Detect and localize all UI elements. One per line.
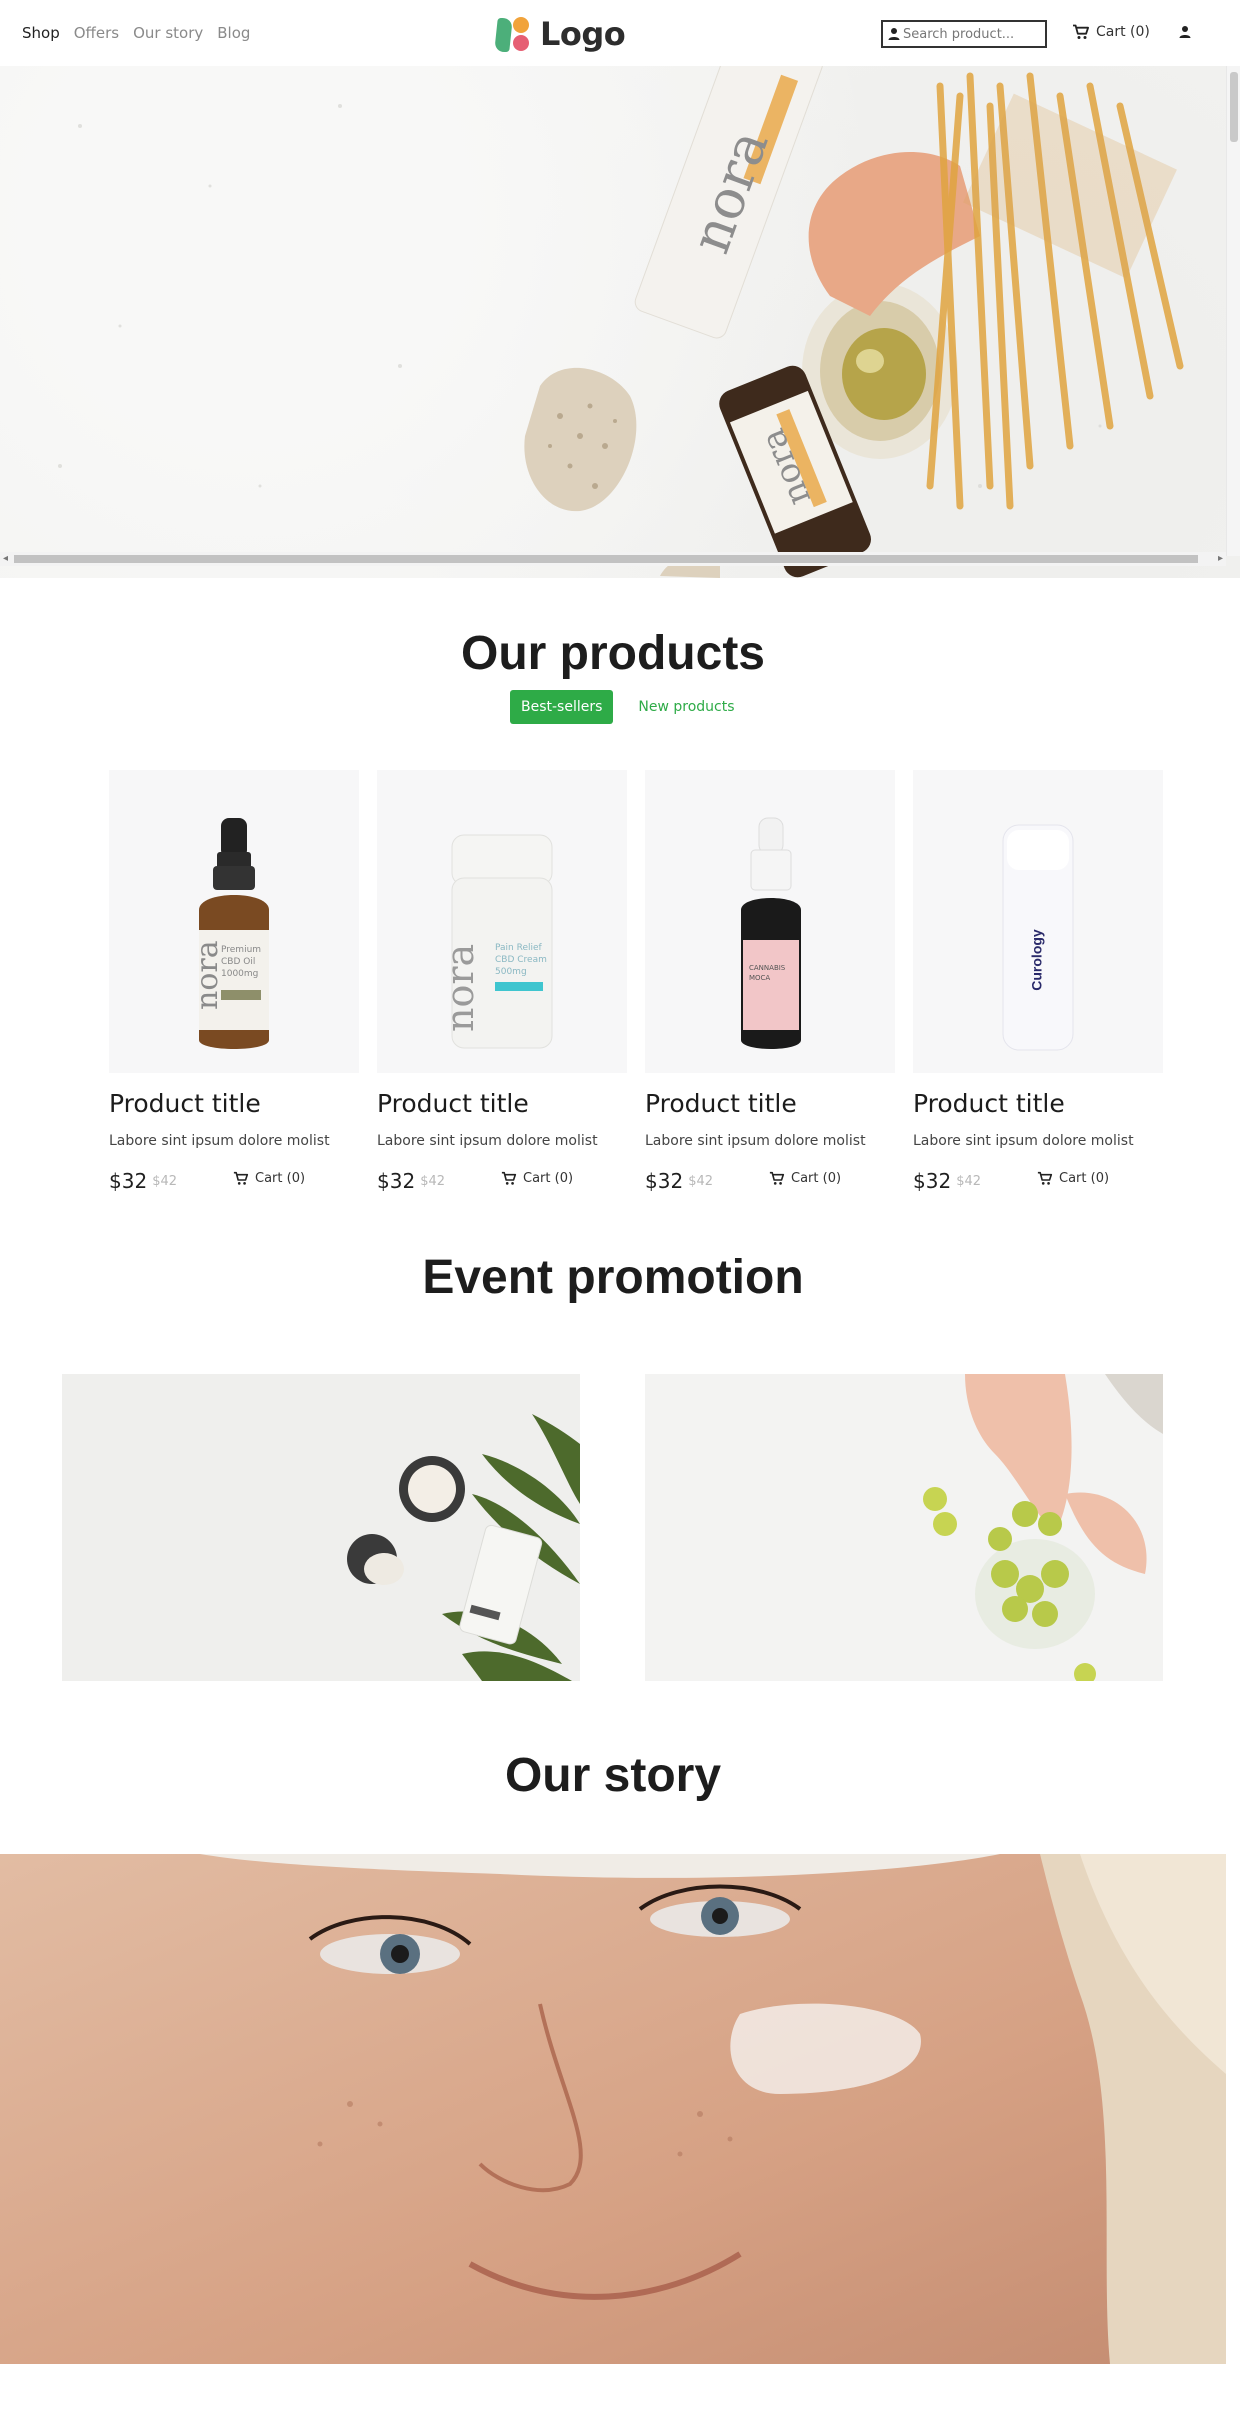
product-card[interactable]: nora Premium CBD Oil 1000mg Product titl… (109, 770, 359, 1193)
scroll-right-arrow-icon[interactable]: ▸ (1218, 553, 1223, 564)
product-old-price: $42 (956, 1173, 982, 1189)
cart-icon (501, 1171, 517, 1185)
nav-link-our-story[interactable]: Our story (133, 24, 203, 42)
product-old-price: $42 (420, 1173, 446, 1189)
event-promo-card[interactable] (645, 1374, 1163, 1681)
svg-text:MOCA: MOCA (749, 974, 770, 982)
add-to-cart-button[interactable]: Cart (0) (769, 1171, 841, 1186)
product-image[interactable]: Curology (913, 770, 1163, 1073)
add-to-cart-button[interactable]: Cart (0) (1037, 1171, 1109, 1186)
add-to-cart-label: Cart (0) (523, 1171, 574, 1186)
event-section-title: Event promotion (422, 1251, 804, 1304)
product-image[interactable]: nora Premium CBD Oil 1000mg (109, 770, 359, 1073)
svg-text:CBD Oil: CBD Oil (221, 957, 255, 967)
product-price: $32 (913, 1169, 952, 1193)
nav-link-shop[interactable]: Shop (22, 24, 60, 42)
add-to-cart-button[interactable]: Cart (0) (501, 1171, 573, 1186)
add-to-cart-label: Cart (0) (1059, 1171, 1110, 1186)
product-title[interactable]: Product title (913, 1089, 1163, 1118)
svg-text:nora: nora (190, 940, 225, 1010)
product-description: Labore sint ipsum dolore molist (645, 1133, 866, 1149)
product-description: Labore sint ipsum dolore molist (377, 1133, 598, 1149)
hero-banner: nora nora (0, 66, 1240, 578)
cart-button[interactable]: Cart (0) (1072, 24, 1150, 40)
tab-best-sellers[interactable]: Best-sellers (510, 690, 614, 724)
products-section-title: Our products (460, 627, 765, 680)
search-box[interactable] (881, 20, 1047, 48)
user-icon (1179, 26, 1191, 38)
logo-text: Logo (540, 15, 626, 53)
hero-product-photo: nora nora (58, 66, 1184, 578)
user-search-icon (888, 28, 900, 40)
product-card[interactable]: nora Pain Relief CBD Cream 500mg Product… (377, 770, 627, 1193)
svg-text:500mg: 500mg (495, 967, 527, 977)
product-price-row: $32 $42 Cart (0) (913, 1169, 1163, 1193)
product-old-price: $42 (688, 1173, 714, 1189)
product-image[interactable]: nora Pain Relief CBD Cream 500mg (377, 770, 627, 1073)
svg-text:CANNABIS: CANNABIS (749, 964, 786, 972)
story-banner (0, 1854, 1226, 2364)
skincare-jars-photo (62, 1374, 580, 1681)
amber-dropper-bottle-image: nora Premium CBD Oil 1000mg (190, 818, 269, 1049)
svg-text:Premium: Premium (221, 945, 261, 955)
product-old-price: $42 (152, 1173, 178, 1189)
product-price-row: $32 $42 Cart (0) (377, 1169, 627, 1193)
product-description: Labore sint ipsum dolore molist (913, 1133, 1134, 1149)
scroll-left-arrow-icon[interactable]: ◂ (3, 553, 8, 564)
product-card[interactable]: CANNABIS MOCA Product title Labore sint … (645, 770, 895, 1193)
cream-jar-image: nora Pain Relief CBD Cream 500mg (438, 834, 553, 1049)
horizontal-scrollbar[interactable]: ◂ ▸ (0, 552, 1226, 566)
cart-label: Cart (0) (1096, 24, 1150, 40)
product-title[interactable]: Product title (109, 1089, 359, 1118)
site-logo[interactable]: Logo (494, 15, 626, 53)
cart-icon (1073, 24, 1089, 39)
nav-link-blog[interactable]: Blog (217, 24, 250, 42)
product-description: Labore sint ipsum dolore molist (109, 1133, 330, 1149)
cart-icon (769, 1171, 785, 1185)
cart-icon (1037, 1171, 1053, 1185)
page: Shop Offers Our story Blog Logo Ca (0, 0, 1240, 2410)
serum-bottle-image: CANNABIS MOCA (741, 817, 801, 1049)
top-navbar: Shop Offers Our story Blog Logo Ca (0, 0, 1240, 66)
tab-new-products[interactable]: New products (627, 690, 745, 724)
product-price: $32 (109, 1169, 148, 1193)
main-nav: Shop Offers Our story Blog (22, 24, 250, 42)
svg-text:CBD Cream: CBD Cream (495, 955, 547, 965)
svg-text:Pain Relief: Pain Relief (495, 943, 543, 953)
vertical-scrollbar[interactable] (1226, 66, 1240, 556)
limes-bowl-photo (645, 1374, 1163, 1681)
svg-text:nora: nora (438, 944, 482, 1032)
add-to-cart-button[interactable]: Cart (0) (233, 1171, 305, 1186)
product-card[interactable]: Curology Product title Labore sint ipsum… (913, 770, 1163, 1193)
nav-link-offers[interactable]: Offers (74, 24, 119, 42)
logo-mark-icon (494, 16, 532, 52)
event-promo-card[interactable] (62, 1374, 580, 1681)
product-price: $32 (645, 1169, 684, 1193)
account-button[interactable] (1178, 24, 1192, 43)
search-input[interactable] (903, 26, 1043, 42)
horizontal-scrollbar-thumb[interactable] (14, 555, 1198, 563)
product-title[interactable]: Product title (645, 1089, 895, 1118)
svg-text:1000mg: 1000mg (221, 969, 258, 979)
product-brand-image: Curology (1029, 929, 1046, 991)
add-to-cart-label: Cart (0) (791, 1171, 842, 1186)
story-section-title: Our story (504, 1749, 722, 1802)
product-tabs: Best-sellers New products (510, 690, 746, 724)
woman-face-photo (0, 1854, 1226, 2364)
product-title[interactable]: Product title (377, 1089, 627, 1118)
product-price: $32 (377, 1169, 416, 1193)
add-to-cart-label: Cart (0) (255, 1171, 306, 1186)
product-image[interactable]: CANNABIS MOCA (645, 770, 895, 1073)
cart-icon (233, 1171, 249, 1185)
scrollbar-thumb[interactable] (1230, 72, 1238, 142)
product-price-row: $32 $42 Cart (0) (645, 1169, 895, 1193)
product-price-row: $32 $42 Cart (0) (109, 1169, 359, 1193)
